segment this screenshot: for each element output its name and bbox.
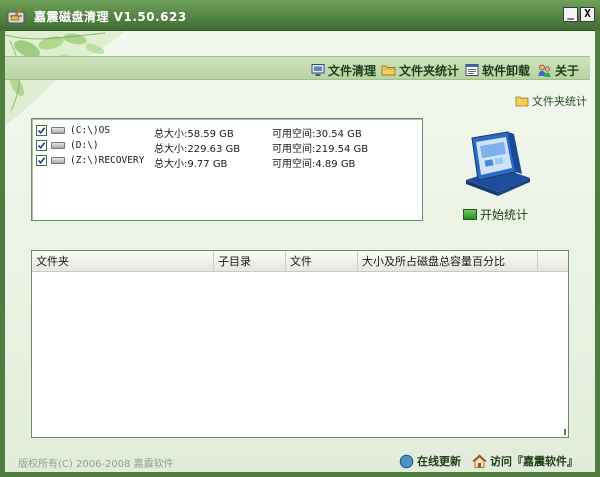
- monitor-icon: [311, 64, 325, 76]
- section-title-label: 文件夹统计: [532, 95, 587, 108]
- column-header-folder[interactable]: 文件夹: [32, 251, 214, 272]
- hard-drive-icon: [51, 142, 65, 149]
- help-people-icon: [538, 64, 551, 77]
- main-toolbar: 文件清理 文件夹统计 软件卸载 关于: [5, 56, 590, 80]
- check-icon: [37, 127, 46, 135]
- title-bar[interactable]: 嘉震磁盘清理 V1.50.623 _ X: [0, 0, 600, 30]
- column-header-size-percent[interactable]: 大小及所占磁盘总容量百分比: [358, 251, 538, 272]
- drive-row[interactable]: (Z:\)RECOVERY 总大小:9.77 GB 可用空间:4.89 GB: [36, 153, 420, 170]
- hard-drive-icon: [51, 157, 65, 164]
- home-icon: [472, 453, 487, 468]
- visit-site-link[interactable]: 访问『嘉震软件』: [472, 453, 578, 469]
- drive-free-space: 可用空间:4.89 GB: [272, 159, 356, 170]
- drive-total-size: 总大小:9.77 GB: [154, 159, 228, 170]
- window-title: 嘉震磁盘清理 V1.50.623: [34, 10, 187, 24]
- visit-site-label: 访问『嘉震软件』: [490, 455, 578, 468]
- resize-handle[interactable]: [564, 429, 566, 435]
- start-stats-button[interactable]: 开始统计: [463, 206, 528, 223]
- hard-drive-icon: [51, 127, 65, 134]
- start-stats-label: 开始统计: [480, 208, 529, 222]
- drive-name: (D:\): [70, 140, 99, 151]
- toolbar-about[interactable]: 关于: [537, 62, 579, 78]
- toolbar-file-clean[interactable]: 文件清理: [311, 62, 376, 78]
- toolbar-folder-stats[interactable]: 文件夹统计: [381, 62, 459, 78]
- check-icon: [37, 142, 46, 150]
- toolbar-file-clean-label: 文件清理: [328, 63, 377, 78]
- drive-checkbox[interactable]: [36, 140, 47, 151]
- toolbar-folder-stats-label: 文件夹统计: [399, 63, 460, 78]
- online-update-link[interactable]: 在线更新: [399, 453, 461, 469]
- globe-icon: [399, 454, 414, 468]
- close-button[interactable]: X: [580, 7, 595, 22]
- drive-row[interactable]: (D:\) 总大小:229.63 GB 可用空间:219.54 GB: [36, 138, 420, 155]
- toolbar-software-uninstall[interactable]: 软件卸载: [465, 62, 530, 78]
- table-header: 文件夹 子目录 文件 大小及所占磁盘总容量百分比: [32, 251, 568, 272]
- folder-stats-table: 文件夹 子目录 文件 大小及所占磁盘总容量百分比: [31, 250, 569, 438]
- check-icon: [37, 157, 46, 165]
- drive-name: (C:\)OS: [70, 125, 111, 136]
- app-window: 嘉震磁盘清理 V1.50.623 _ X 文件清理 文件夹统计 软件卸载 关于 …: [0, 0, 600, 477]
- online-update-label: 在线更新: [417, 455, 461, 468]
- green-bar-icon: [463, 209, 477, 220]
- toolbar-software-uninstall-label: 软件卸载: [482, 63, 531, 78]
- drive-row[interactable]: (C:\)OS 总大小:58.59 GB 可用空间:30.54 GB: [36, 123, 420, 140]
- folder-icon: [381, 65, 396, 76]
- column-header-files[interactable]: 文件: [286, 251, 358, 272]
- drive-name: (Z:\)RECOVERY: [70, 155, 145, 166]
- drive-list: (C:\)OS 总大小:58.59 GB 可用空间:30.54 GB (D:\)…: [31, 118, 423, 221]
- broom-app-icon: [7, 5, 25, 24]
- column-header-subdirs[interactable]: 子目录: [214, 251, 286, 272]
- section-title: 文件夹统计: [515, 93, 587, 109]
- drive-checkbox[interactable]: [36, 155, 47, 166]
- copyright-text: 版权所有(C) 2006-2008 嘉震软件: [18, 459, 174, 470]
- list-window-icon: [465, 64, 479, 76]
- computer-monitor-icon: [466, 131, 530, 196]
- table-body[interactable]: [32, 272, 568, 437]
- drive-checkbox[interactable]: [36, 125, 47, 136]
- toolbar-about-label: 关于: [555, 63, 580, 78]
- folder-icon: [515, 96, 529, 107]
- minimize-button[interactable]: _: [563, 7, 578, 22]
